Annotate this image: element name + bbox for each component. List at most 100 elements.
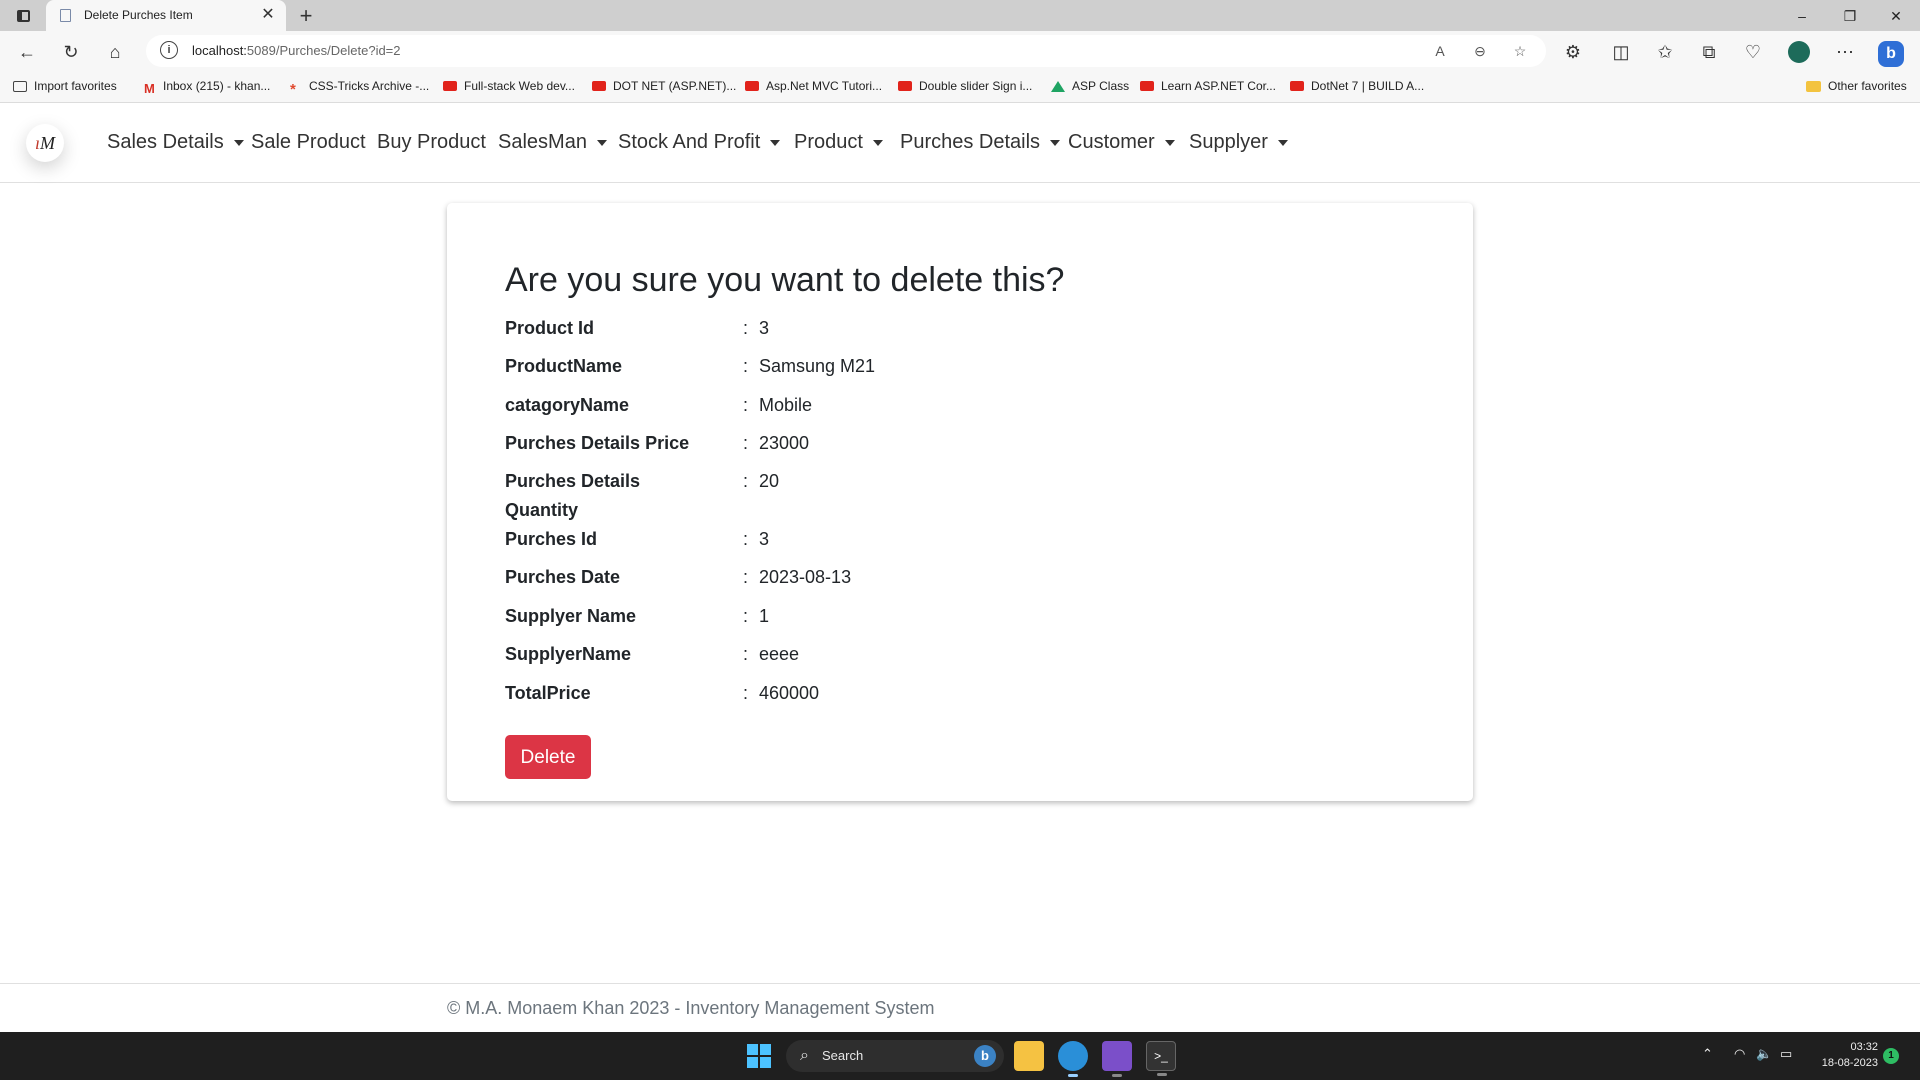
detail-label: TotalPrice xyxy=(505,683,591,703)
taskbar-search[interactable]: ⌕ Search b xyxy=(786,1040,1004,1072)
address-bar[interactable]: i localhost:5089/Purches/Delete?id=2 A ⊖… xyxy=(146,35,1546,67)
notification-badge[interactable]: 1 xyxy=(1883,1048,1899,1064)
site-logo[interactable]: ıM xyxy=(26,124,64,162)
os-taskbar: ⌕ Search b >_ ⌃ ◠ 🔈 ▭ 03:32 18-08-2023 1 xyxy=(0,1032,1920,1080)
bookmark-gmail[interactable]: M Inbox (215) - khan... xyxy=(144,79,270,96)
nav-sale-product[interactable]: Sale Product xyxy=(251,131,366,154)
browser-essentials-icon[interactable]: ♡ xyxy=(1740,39,1766,65)
refresh-icon[interactable]: ↻ xyxy=(58,39,84,65)
detail-label: Purches Id xyxy=(505,529,598,549)
bookmark-dotnet7[interactable]: DotNet 7 | BUILD A... xyxy=(1290,79,1424,93)
tab-close-icon[interactable]: ✕ xyxy=(258,5,278,25)
new-tab-button[interactable]: + xyxy=(292,2,320,30)
detail-label: Purches Details Quantity xyxy=(505,471,641,520)
caret-down-icon xyxy=(233,139,244,146)
nav-stock-and-profit[interactable]: Stock And Profit xyxy=(618,131,781,154)
minimize-icon[interactable]: – xyxy=(1782,4,1822,28)
edge-icon[interactable] xyxy=(1058,1041,1088,1077)
delete-button[interactable]: Delete xyxy=(505,735,591,779)
clock-time: 03:32 xyxy=(1850,1041,1878,1053)
nav-salesman[interactable]: SalesMan xyxy=(498,131,607,154)
bookmark-aspnet-mvc[interactable]: Asp.Net MVC Tutori... xyxy=(745,79,882,93)
footer-copyright: © M.A. Monaem Khan 2023 - Inventory Mana… xyxy=(447,998,935,1018)
window-close-icon[interactable]: ✕ xyxy=(1876,4,1916,28)
zoom-out-icon[interactable]: ⊖ xyxy=(1468,40,1492,62)
detail-separator: : xyxy=(743,471,749,491)
read-aloud-icon[interactable]: A xyxy=(1428,40,1452,62)
youtube-icon xyxy=(1140,81,1154,91)
detail-label: ProductName xyxy=(505,356,623,376)
nav-product[interactable]: Product xyxy=(794,131,883,154)
bookmark-double-slider[interactable]: Double slider Sign i... xyxy=(898,79,1032,93)
bookmark-other-favorites[interactable]: Other favorites xyxy=(1806,79,1907,93)
tab-title: Delete Purches Item xyxy=(84,8,193,22)
caret-down-icon xyxy=(596,139,607,146)
show-hidden-icons-icon[interactable]: ⌃ xyxy=(1702,1046,1713,1062)
css-tricks-icon: * xyxy=(290,81,296,98)
caret-down-icon xyxy=(770,139,781,146)
bookmark-import-favorites[interactable]: Import favorites xyxy=(13,79,117,93)
nav-customer[interactable]: Customer xyxy=(1068,131,1175,154)
nav-supplyer[interactable]: Supplyer xyxy=(1189,131,1288,154)
detail-label: Purches Details Price xyxy=(505,433,690,453)
detail-value: 1 xyxy=(759,606,770,626)
favorites-icon[interactable]: ✩ xyxy=(1652,39,1678,65)
youtube-icon xyxy=(443,81,457,91)
terminal-icon[interactable]: >_ xyxy=(1146,1041,1176,1076)
copilot-icon[interactable]: b xyxy=(1878,39,1904,67)
detail-label: SupplyerName xyxy=(505,644,632,664)
bookmark-fullstack[interactable]: Full-stack Web dev... xyxy=(443,79,575,93)
delete-confirmation-card: Are you sure you want to delete this? Pr… xyxy=(447,203,1473,801)
split-screen-icon[interactable]: ◫ xyxy=(1608,39,1634,65)
extensions-icon[interactable]: ⚙ xyxy=(1560,39,1586,65)
detail-separator: : xyxy=(743,433,749,453)
back-icon[interactable]: ← xyxy=(14,39,40,65)
detail-value: 3 xyxy=(759,318,770,338)
page-title: Are you sure you want to delete this? xyxy=(505,261,1065,299)
file-explorer-icon[interactable] xyxy=(1014,1041,1044,1071)
caret-down-icon xyxy=(872,139,883,146)
google-drive-icon xyxy=(1051,80,1065,92)
detail-value: Mobile xyxy=(759,395,813,415)
battery-icon[interactable]: ▭ xyxy=(1780,1046,1792,1062)
browser-tab-strip: Delete Purches Item ✕ + – ❐ ✕ xyxy=(0,0,1920,31)
detail-label: Supplyer Name xyxy=(505,606,637,626)
restore-icon[interactable]: ❐ xyxy=(1830,4,1870,28)
profile-avatar[interactable] xyxy=(1786,39,1812,65)
collections-icon[interactable]: ⧉ xyxy=(1696,39,1722,65)
detail-separator: : xyxy=(743,356,749,376)
tab-actions-icon[interactable] xyxy=(10,6,36,26)
detail-label: Purches Date xyxy=(505,567,621,587)
bookmark-dotnet[interactable]: DOT NET (ASP.NET)... xyxy=(592,79,736,93)
detail-separator: : xyxy=(743,318,749,338)
youtube-icon xyxy=(592,81,606,91)
detail-value: eeee xyxy=(759,644,800,664)
bookmark-css-tricks[interactable]: * CSS-Tricks Archive -... xyxy=(290,79,429,98)
wifi-icon[interactable]: ◠ xyxy=(1734,1046,1745,1062)
home-icon[interactable]: ⌂ xyxy=(102,39,128,65)
nav-sales-details[interactable]: Sales Details xyxy=(107,131,244,154)
nav-purches-details[interactable]: Purches Details xyxy=(900,131,1061,154)
volume-muted-icon[interactable]: 🔈 xyxy=(1756,1046,1772,1062)
youtube-icon xyxy=(745,81,759,91)
more-options-icon[interactable]: ⋯ xyxy=(1832,39,1858,65)
bookmark-asp-class[interactable]: ASP Class xyxy=(1051,79,1129,93)
start-button[interactable] xyxy=(747,1044,771,1068)
address-url[interactable]: localhost:5089/Purches/Delete?id=2 xyxy=(192,43,401,58)
detail-separator: : xyxy=(743,395,749,415)
bookmark-learn-aspnet[interactable]: Learn ASP.NET Cor... xyxy=(1140,79,1276,93)
browser-tab-active[interactable]: Delete Purches Item ✕ xyxy=(46,0,286,31)
nav-buy-product[interactable]: Buy Product xyxy=(377,131,486,154)
detail-value: 23000 xyxy=(759,433,810,453)
favorite-star-icon[interactable]: ☆ xyxy=(1508,40,1532,62)
gmail-icon: M xyxy=(144,81,155,96)
site-info-icon[interactable]: i xyxy=(160,41,178,59)
page-content: ıM Sales Details Sale Product Buy Produc… xyxy=(0,103,1920,1032)
system-clock[interactable]: 03:32 18-08-2023 xyxy=(1812,1039,1878,1071)
import-icon xyxy=(13,80,27,92)
visual-studio-icon[interactable] xyxy=(1102,1041,1132,1077)
detail-value: 2023-08-13 xyxy=(759,567,852,587)
page-favicon-icon xyxy=(60,9,71,22)
detail-separator: : xyxy=(743,683,749,703)
browser-toolbar: ← ↻ ⌂ i localhost:5089/Purches/Delete?id… xyxy=(0,31,1920,71)
